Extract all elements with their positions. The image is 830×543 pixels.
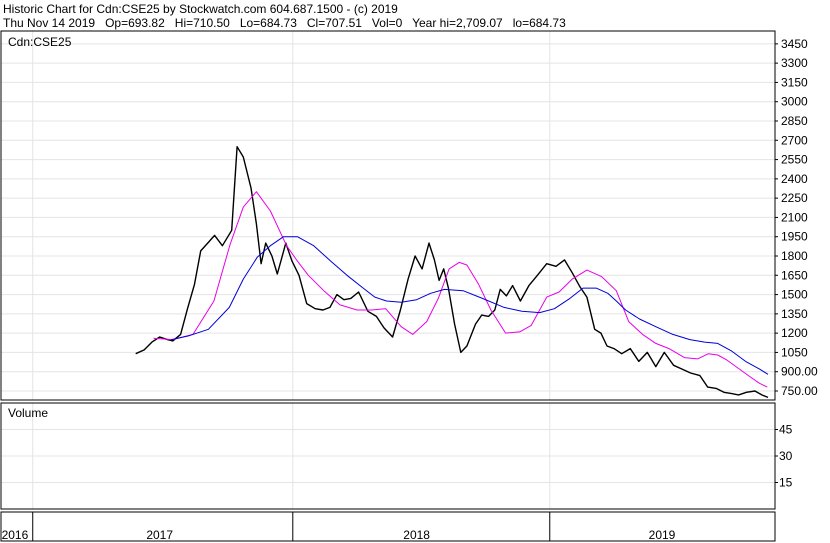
- historic-chart: 3450 3300 3150 3000 2850 2700 2550 2400 2250 2100…: [0, 30, 818, 542]
- price-tick-label: 2100: [781, 210, 808, 224]
- short-moving-average-line: [153, 191, 768, 388]
- year-label: 2019: [649, 528, 676, 542]
- year-label: 2017: [146, 528, 173, 542]
- price-tick-label: 3450: [781, 37, 808, 51]
- price-panel-title: Cdn:CSE25: [8, 35, 72, 49]
- volume-panel-title: Volume: [8, 406, 48, 420]
- price-tick-label: 1950: [781, 230, 808, 244]
- price-tick-label: 3150: [781, 75, 808, 89]
- price-tick-label: 2700: [781, 133, 808, 147]
- time-axis: 2016 2017 2018 2019: [2, 512, 676, 542]
- price-tick-label: 1200: [781, 326, 808, 340]
- price-series-layer: [135, 145, 769, 399]
- volume-tick-label: 45: [779, 423, 793, 437]
- price-tick-label: 2400: [781, 172, 808, 186]
- price-tick-label: 2250: [781, 191, 808, 205]
- volume-grid: [1, 403, 775, 509]
- year-label: 2016: [2, 528, 29, 542]
- price-tick-label: 1500: [781, 288, 808, 302]
- price-tick-label: 2550: [781, 153, 808, 167]
- close-price-line: [135, 145, 769, 399]
- year-label: 2018: [403, 528, 430, 542]
- volume-tick-label: 15: [779, 476, 793, 490]
- price-tick-label: 1800: [781, 249, 808, 263]
- price-tick-label: 1650: [781, 268, 808, 282]
- price-tick-label: 750.00: [781, 384, 818, 398]
- price-tick-label: 3300: [781, 56, 808, 70]
- volume-axis: 45 30 15: [775, 423, 793, 490]
- volume-tick-label: 30: [779, 449, 793, 463]
- price-tick-label: 1050: [781, 345, 808, 359]
- price-tick-label: 1350: [781, 307, 808, 321]
- price-tick-label: 900.00: [781, 365, 818, 379]
- price-axis: 3450 3300 3150 3000 2850 2700 2550 2400 2250 2100…: [775, 37, 818, 398]
- price-tick-label: 3000: [781, 95, 808, 109]
- price-tick-label: 2850: [781, 114, 808, 128]
